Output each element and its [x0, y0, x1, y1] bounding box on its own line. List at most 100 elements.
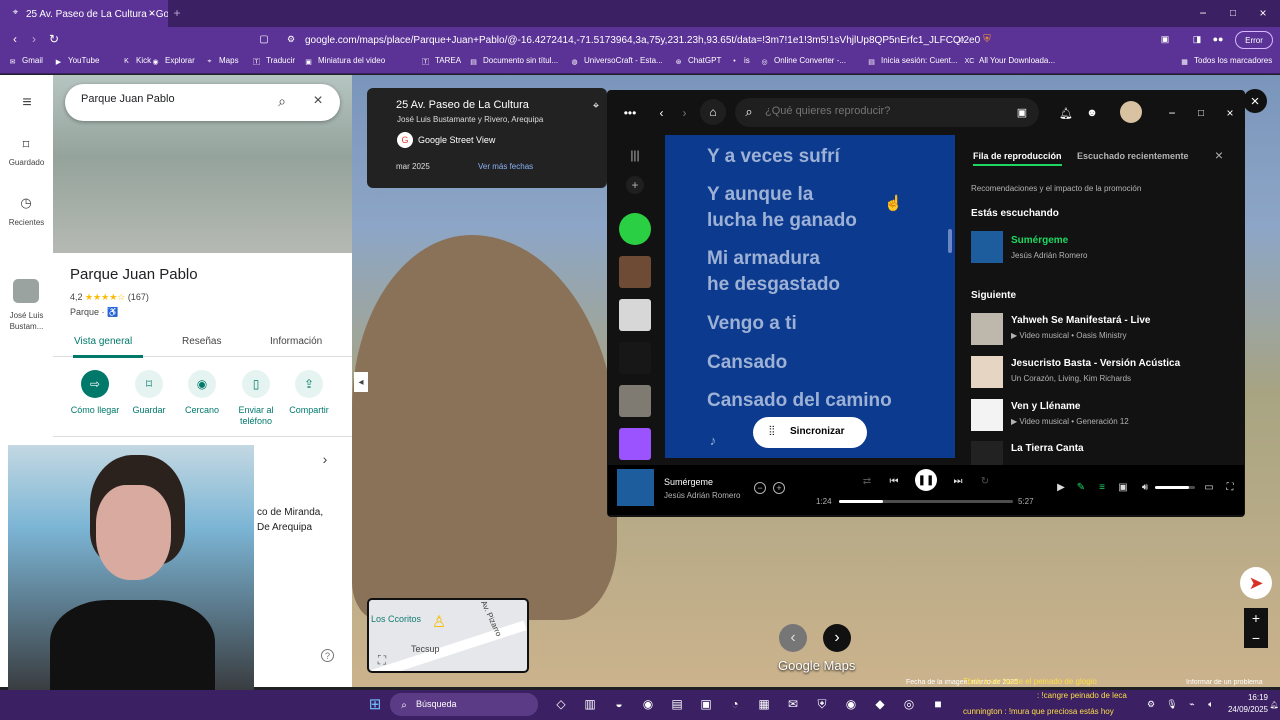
forward-icon[interactable]: › [27, 32, 41, 46]
tab-information[interactable]: Información [270, 336, 322, 347]
tab-overview[interactable]: Vista general [74, 336, 132, 347]
taskbar-app-7-icon[interactable]: ▦ [755, 695, 773, 713]
maps-search-box[interactable]: ⌕ × [65, 84, 340, 121]
taskbar-app-10-icon[interactable]: ◉ [842, 695, 860, 713]
more-dates-link[interactable]: Ver más fechas [478, 162, 533, 171]
address-bar[interactable]: google.com/maps/place/Parque+Juan+Pablo/… [270, 30, 980, 50]
bookmark-page-icon[interactable]: ▢ [257, 32, 271, 46]
microphone-icon[interactable]: 🎙︎ [1166, 698, 1178, 710]
notification-icon[interactable]: 🔔︎ [1270, 700, 1279, 710]
home-icon[interactable]: ⌂ [700, 99, 726, 125]
spotify-maximize-icon[interactable]: □ [1193, 105, 1209, 121]
location-pin-icon[interactable]: ⌖ [588, 98, 604, 114]
taskbar-search[interactable]: ⌕ Búsqueda [390, 693, 538, 716]
queue-tab[interactable]: Fila de reproducción [973, 151, 1062, 166]
repeat-icon[interactable]: ↻ [978, 474, 992, 488]
now-playing-title[interactable]: Sumérgeme [1011, 235, 1068, 246]
zoom-out-icon[interactable]: − [1244, 628, 1268, 648]
more-options-icon[interactable]: ••• [621, 105, 639, 121]
queue-item-1-art[interactable] [971, 356, 1003, 388]
extension-icon[interactable]: ▣ [1158, 32, 1172, 46]
taskbar-app-4-icon[interactable]: ▤ [668, 695, 686, 713]
action-1-label[interactable]: Guardar [123, 405, 175, 416]
windows-start-icon[interactable]: ⊞ [367, 696, 383, 713]
queue-item-0-art[interactable] [971, 313, 1003, 345]
close-queue-icon[interactable]: × [1212, 147, 1226, 163]
menu-icon[interactable]: ≡ [18, 94, 36, 112]
volume-track[interactable] [1155, 486, 1195, 489]
chevron-right-icon[interactable]: › [318, 451, 332, 467]
profile-error-button[interactable]: Error [1235, 31, 1273, 49]
spotify-avatar[interactable] [1120, 101, 1142, 123]
library-item-5[interactable] [619, 428, 651, 460]
maps-search-input[interactable] [81, 93, 261, 105]
recent-place-label[interactable]: José Luis Bustam... [4, 310, 49, 332]
network-icon[interactable]: ⌁ [1186, 698, 1198, 710]
add-icon[interactable]: + [773, 482, 785, 494]
compass-icon[interactable]: ➤ [1240, 567, 1272, 599]
action-0-icon[interactable]: ⇨ [81, 370, 109, 398]
recent-label[interactable]: Recientes [4, 217, 49, 229]
action-4-label[interactable]: Compartir [283, 405, 335, 416]
bookmark-15[interactable]: Todos los marcadores [1194, 56, 1272, 65]
help-icon[interactable]: ? [321, 649, 334, 662]
next-arrow-icon[interactable]: › [823, 624, 851, 652]
maximize-window-icon[interactable]: □ [1225, 5, 1241, 21]
close-tab-icon[interactable]: × [144, 5, 160, 21]
player-artist[interactable]: Jesús Adrián Romero [664, 491, 740, 500]
taskbar-app-0-icon[interactable]: ◇ [552, 695, 570, 713]
create-playlist-icon[interactable]: + [626, 176, 644, 194]
taskbar-app-2-icon[interactable]: ◒ [610, 695, 628, 713]
taskbar-app-5-icon[interactable]: ▣ [697, 695, 715, 713]
now-playing-artist[interactable]: Jesús Adrián Romero [1011, 251, 1087, 260]
bookmark-13[interactable]: Inicia sesión: Cuent... [881, 56, 957, 65]
browse-icon[interactable]: ▣ [1015, 105, 1029, 119]
bookmark-0[interactable]: Gmail [22, 56, 43, 65]
brave-shield-icon[interactable]: ⛨ [979, 31, 995, 47]
queue-item-1-title[interactable]: Jesucristo Basta - Versión Acústica [1011, 358, 1226, 369]
library-item-4[interactable] [619, 385, 651, 417]
back-icon[interactable]: ‹ [8, 32, 22, 46]
action-3-label[interactable]: Enviar al teléfono [230, 405, 282, 427]
now-playing-view-icon[interactable]: ▶ [1055, 481, 1067, 493]
reader-icon[interactable]: ●● [1211, 32, 1225, 46]
taskbar-date[interactable]: 24/09/2025 [1218, 705, 1268, 714]
player-cover-art[interactable] [617, 469, 654, 506]
minimize-window-icon[interactable]: − [1195, 5, 1211, 21]
progress-track[interactable] [839, 500, 1013, 503]
fullscreen-player-icon[interactable]: ⛶ [1224, 481, 1236, 493]
close-street-view-icon[interactable]: × [1243, 89, 1267, 113]
bookmark-11[interactable]: is [744, 56, 750, 65]
taskbar-time[interactable]: 16:19 [1228, 693, 1268, 702]
fullscreen-icon[interactable]: ⛶ [375, 653, 389, 667]
close-window-icon[interactable]: × [1255, 5, 1271, 21]
spotify-forward-icon[interactable]: › [677, 105, 692, 120]
lyrics-scrollbar[interactable] [948, 229, 952, 253]
speaker-icon[interactable]: 🔈︎ [1205, 698, 1217, 710]
clear-search-icon[interactable]: × [310, 92, 326, 109]
previous-track-icon[interactable]: ⏮ [887, 474, 901, 488]
search-icon[interactable]: ⌕ [274, 93, 290, 109]
taskbar-app-12-icon[interactable]: ◎ [900, 695, 918, 713]
library-item-3[interactable] [619, 342, 651, 374]
notifications-icon[interactable]: 🔔︎ [1058, 105, 1074, 121]
zoom-in-icon[interactable]: + [1244, 608, 1268, 628]
queue-item-3-title[interactable]: La Tierra Canta [1011, 443, 1226, 454]
bookmark-5[interactable]: Traducir [266, 56, 295, 65]
queue-item-2-title[interactable]: Ven y Lléname [1011, 401, 1226, 412]
bookmark-2[interactable]: Kick [136, 56, 151, 65]
zoom-icon[interactable]: ⌕ [955, 32, 969, 46]
bookmark-9[interactable]: UniversoCraft - Esta... [584, 56, 663, 65]
bookmark-4[interactable]: Maps [219, 56, 239, 65]
spotify-search-box[interactable]: ⌕ ▣ [735, 98, 1039, 127]
taskbar-app-8-icon[interactable]: ✉ [784, 695, 802, 713]
action-4-icon[interactable]: ⇪ [295, 370, 323, 398]
taskbar-app-6-icon[interactable]: ◔ [726, 695, 744, 713]
saved-label[interactable]: Guardado [4, 158, 49, 167]
pause-icon[interactable]: ❚❚ [915, 469, 937, 491]
remove-icon[interactable]: − [754, 482, 766, 494]
review-count[interactable]: (167) [128, 292, 149, 302]
action-3-icon[interactable]: ▯ [242, 370, 270, 398]
spotify-minimize-icon[interactable]: − [1164, 105, 1180, 121]
bookmark-1[interactable]: YouTube [68, 56, 99, 65]
